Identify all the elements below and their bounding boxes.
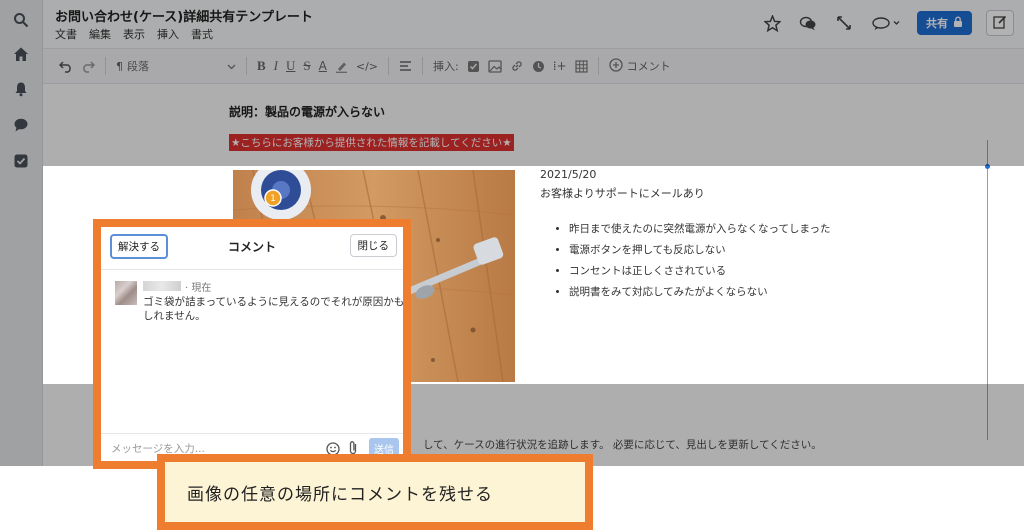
home-icon[interactable] bbox=[11, 44, 31, 64]
chevron-down-icon bbox=[227, 60, 236, 73]
paragraph-style-select[interactable]: ¶ 段落 bbox=[116, 56, 236, 76]
task-check-icon[interactable] bbox=[11, 151, 31, 171]
comment-panel: 解決する コメント 閉じる · 現在 ゴミ袋が詰まっているように見えるのでそれが… bbox=[93, 219, 411, 469]
menu-format[interactable]: 書式 bbox=[191, 26, 213, 42]
align-icon[interactable] bbox=[399, 56, 412, 76]
add-comment-button[interactable]: コメント bbox=[608, 56, 671, 76]
editor-toolbar: ¶ 段落 B I U S A </> 挿入: ⁞+ コメント bbox=[43, 49, 1024, 84]
bell-icon[interactable] bbox=[11, 79, 31, 99]
edit-icon bbox=[993, 14, 1007, 33]
document-title: お問い合わせ(ケース)詳細共有テンプレート bbox=[55, 10, 313, 25]
pilcrow-icon: ¶ bbox=[116, 59, 123, 73]
divider-insert-icon[interactable]: ⁞+ bbox=[553, 56, 567, 76]
mention-icon[interactable] bbox=[532, 56, 545, 76]
chat-menu-icon[interactable] bbox=[869, 12, 903, 34]
document-header: お問い合わせ(ケース)詳細共有テンプレート 文書 編集 表示 挿入 書式 共有 bbox=[43, 0, 1024, 49]
checkbox-insert-icon[interactable] bbox=[467, 56, 480, 76]
menu-insert[interactable]: 挿入 bbox=[157, 26, 179, 42]
menu-edit[interactable]: 編集 bbox=[89, 26, 111, 42]
list-item: コンセントは正しくさされている bbox=[569, 264, 859, 279]
comment-label: コメント bbox=[626, 60, 671, 73]
comment-text: ゴミ袋が詰まっているように見えるのでそれが原因かもしれません。 bbox=[143, 296, 405, 322]
section-heading: 説明：製品の電源が入らない bbox=[229, 105, 386, 119]
notice-banner: ★こちらにお客様から提供された情報を記載してください★ bbox=[229, 134, 514, 151]
highlighter-icon[interactable] bbox=[335, 56, 348, 76]
case-info: 2021/5/20 お客様よりサポートにメールあり bbox=[540, 166, 705, 201]
list-item: 説明書をみて対応してみたがよくならない bbox=[569, 285, 859, 300]
plus-circle-icon bbox=[608, 57, 623, 75]
lock-icon bbox=[953, 16, 963, 30]
new-document-button[interactable] bbox=[986, 10, 1014, 36]
share-button[interactable]: 共有 bbox=[917, 11, 972, 35]
toolbar-separator bbox=[388, 57, 389, 75]
italic-icon[interactable]: I bbox=[274, 56, 278, 76]
table-insert-icon[interactable] bbox=[574, 56, 588, 76]
insert-label: 挿入: bbox=[433, 60, 459, 73]
expand-icon[interactable] bbox=[833, 12, 855, 34]
scroll-track[interactable] bbox=[987, 140, 988, 440]
case-summary: お客様よりサポートにメールあり bbox=[540, 187, 705, 200]
scroll-position-marker[interactable] bbox=[985, 164, 990, 169]
avatar bbox=[115, 281, 137, 305]
comments-icon[interactable] bbox=[797, 12, 819, 34]
code-icon[interactable]: </> bbox=[356, 56, 378, 76]
toolbar-separator bbox=[597, 57, 599, 75]
comment-panel-header: 解決する コメント 閉じる bbox=[101, 227, 403, 270]
menu-view[interactable]: 表示 bbox=[123, 26, 145, 42]
redo-icon[interactable] bbox=[81, 56, 95, 76]
case-date: 2021/5/20 bbox=[540, 168, 597, 181]
search-icon[interactable] bbox=[11, 10, 31, 30]
underline-icon[interactable]: U bbox=[286, 56, 295, 76]
chat-icon[interactable] bbox=[11, 115, 31, 135]
bold-icon[interactable]: B bbox=[257, 56, 266, 76]
header-actions: 共有 bbox=[761, 10, 1014, 36]
star-icon[interactable] bbox=[761, 12, 783, 34]
undo-icon[interactable] bbox=[59, 56, 73, 76]
instruction-text: して、ケースの進行状況を追跡します。 必要に応じて、見出しを更新してください。 bbox=[423, 439, 822, 451]
paragraph-label: 段落 bbox=[127, 60, 149, 73]
callout-text: 画像の任意の場所にコメントを残せる bbox=[165, 462, 585, 522]
list-item: 昨日まで使えたのに突然電源が入らなくなってしまった bbox=[569, 222, 859, 237]
menu-bar: 文書 編集 表示 挿入 書式 bbox=[55, 26, 213, 42]
left-rail bbox=[0, 0, 43, 466]
toolbar-separator bbox=[246, 57, 247, 75]
share-label: 共有 bbox=[926, 17, 948, 30]
photo-comment-marker: 1 bbox=[270, 194, 276, 204]
toolbar-separator bbox=[422, 57, 423, 75]
strikethrough-icon[interactable]: S bbox=[303, 56, 310, 76]
symptom-list: 昨日まで使えたのに突然電源が入らなくなってしまった 電源ボタンを押しても反応しな… bbox=[555, 222, 859, 306]
feature-callout: 画像の任意の場所にコメントを残せる bbox=[157, 454, 593, 530]
toolbar-separator bbox=[105, 57, 106, 75]
image-insert-icon[interactable] bbox=[488, 56, 502, 76]
list-item: 電源ボタンを押しても反応しない bbox=[569, 243, 859, 258]
text-color-icon[interactable]: A bbox=[319, 56, 327, 76]
link-icon[interactable] bbox=[510, 56, 524, 76]
comment-time: · 現在 bbox=[185, 283, 212, 294]
menu-document[interactable]: 文書 bbox=[55, 26, 77, 42]
close-button[interactable]: 閉じる bbox=[349, 234, 397, 257]
commenter-name-redacted bbox=[143, 281, 181, 291]
